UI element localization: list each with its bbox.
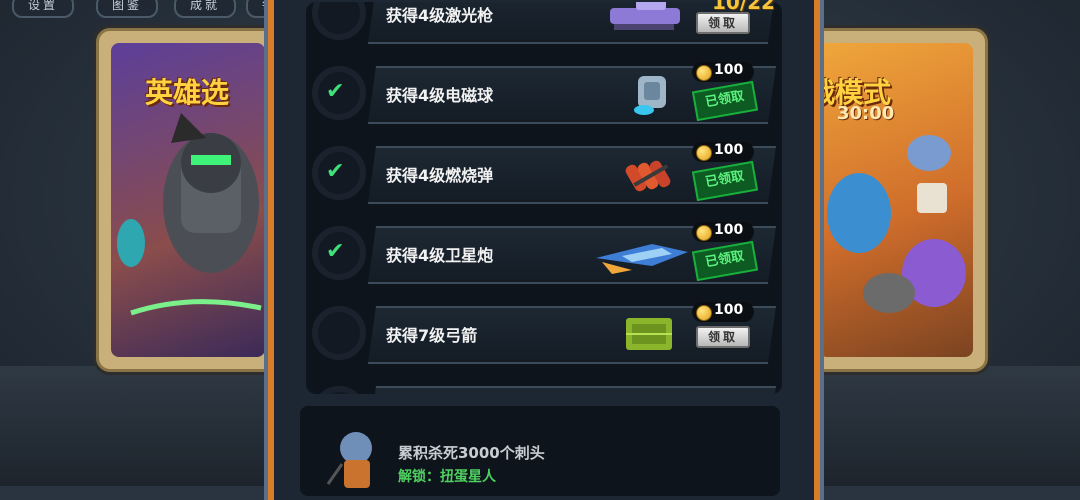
coin-icon [696, 65, 712, 81]
coin-icon [696, 225, 712, 241]
claim-button[interactable]: 领取 [696, 12, 750, 34]
achievement-title: 累积杀死3000个刺头 [398, 444, 545, 462]
crossbow-crate-icon [626, 318, 672, 350]
reward-amount: 100 [714, 62, 744, 78]
settings-button[interactable]: 设置 [12, 0, 75, 18]
task-row: 获得4级激光枪 领取 [306, 2, 782, 48]
task-list[interactable]: 获得4级激光枪 领取 ✔ 获得4级电磁球 100 已领取 ✔ 获得4级燃烧弹 1… [306, 2, 782, 394]
battle-mode-timer: 30:00 [837, 103, 895, 124]
coin-icon [696, 305, 712, 321]
achievement-card: 累积杀死3000个刺头 解锁：扭蛋星人 [300, 406, 780, 496]
gear-icon [312, 2, 366, 40]
check-icon: ✔ [326, 159, 345, 184]
hero-select-card[interactable]: 英雄选 [96, 28, 280, 372]
reward-amount: 100 [714, 302, 744, 318]
reward-amount: 100 [714, 222, 744, 238]
codex-button[interactable]: 图鉴 [96, 0, 159, 18]
task-label: 获得4级燃烧弹 [386, 166, 494, 185]
achievement-unlock: 解锁：扭蛋星人 [398, 469, 496, 485]
task-row: ✔ 获得4级卫星炮 100 已领取 [306, 216, 782, 288]
gear-icon [312, 386, 366, 394]
task-row: ✔ 获得4级电磁球 100 已领取 [306, 56, 782, 128]
reward-amount: 100 [714, 142, 744, 158]
firebomb-icon [625, 160, 671, 192]
task-label: 获得4级卫星炮 [386, 246, 494, 265]
claim-button[interactable]: 领取 [696, 326, 750, 348]
check-icon: ✔ [326, 79, 345, 104]
gear-icon [312, 306, 366, 360]
achievements-button[interactable]: 成就 [174, 0, 237, 18]
gacha-machine-icon [326, 432, 372, 488]
task-bar [367, 386, 777, 394]
task-row [306, 376, 782, 394]
task-label: 获得7级弓箭 [386, 326, 478, 345]
battle-mode-card[interactable]: 战模式 30:00 [804, 28, 988, 372]
progress-counter: 10/22 [712, 0, 775, 14]
task-row: ✔ 获得4级燃烧弹 100 已领取 [306, 136, 782, 208]
hero-select-title: 英雄选 [145, 76, 230, 109]
laser-gun-icon [610, 2, 680, 30]
task-label: 获得4级电磁球 [386, 86, 494, 105]
task-row: 获得7级弓箭 100 领取 [306, 296, 782, 368]
coin-icon [696, 145, 712, 161]
check-icon: ✔ [326, 239, 345, 264]
task-label: 获得4级激光枪 [386, 6, 494, 25]
satellite-cannon-icon [596, 244, 688, 274]
electromagnetic-ball-icon [634, 76, 666, 115]
